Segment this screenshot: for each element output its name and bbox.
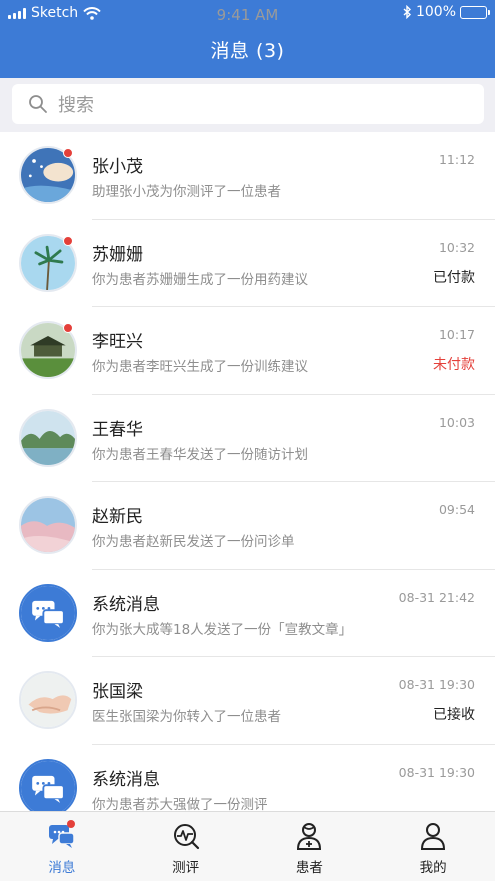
transfer-status: 已接收 [433, 707, 475, 723]
tab-messages[interactable]: 消息 [0, 812, 124, 881]
chat-bubbles-icon [21, 760, 75, 815]
message-row[interactable]: 张小茂 助理张小茂为你测评了一位患者 11:12 [0, 132, 495, 220]
message-row[interactable]: 李旺兴 你为患者李旺兴生成了一份训练建议 10:17 未付款 [0, 307, 495, 395]
unread-dot [63, 235, 73, 246]
tab-assessment[interactable]: 测评 [124, 812, 248, 881]
search-input[interactable]: 搜索 [12, 84, 484, 124]
message-time: 08-31 19:30 [398, 677, 475, 692]
bluetooth-icon [403, 5, 411, 19]
avatar [19, 408, 77, 467]
assessment-icon [173, 824, 199, 850]
avatar [19, 496, 77, 554]
message-preview: 你为患者苏大强做了一份测评 [92, 796, 268, 813]
battery-icon [460, 5, 490, 19]
tab-label: 消息 [48, 860, 76, 876]
tab-badge [67, 820, 75, 828]
tab-profile[interactable]: 我的 [371, 812, 495, 881]
payment-status: 已付款 [433, 269, 475, 286]
tab-label: 我的 [419, 860, 447, 876]
sender-name: 赵新民 [92, 507, 143, 527]
page-title: 消息 (3) [210, 40, 285, 62]
message-row[interactable]: 王春华 你为患者王春华发送了一份随访计划 10:03 [0, 395, 495, 482]
search-icon [29, 95, 47, 113]
status-right: 100% [403, 4, 490, 20]
tab-label: 患者 [295, 860, 323, 876]
message-list: 张小茂 助理张小茂为你测评了一位患者 11:12 苏姗姗 你为患者苏姗姗生成了一… [0, 132, 495, 832]
chat-bubbles-icon [21, 585, 75, 640]
message-row[interactable]: 苏姗姗 你为患者苏姗姗生成了一份用药建议 10:32 已付款 [0, 220, 495, 307]
tab-label: 测评 [172, 860, 200, 876]
search-area: 搜索 [0, 78, 495, 132]
message-time: 08-31 19:30 [398, 764, 475, 780]
message-time: 10:03 [438, 414, 475, 430]
message-preview: 你为患者苏姗姗生成了一份用药建议 [92, 271, 308, 288]
unread-dot [63, 148, 73, 158]
top-bar: Sketch 9:41 AM 100% 消息 (3) [0, 0, 495, 78]
avatar [19, 671, 77, 729]
system-avatar [19, 583, 77, 642]
message-time: 08-31 21:42 [398, 589, 475, 605]
message-row[interactable]: 赵新民 你为患者赵新民发送了一份问诊单 09:54 [0, 482, 495, 570]
sender-name: 苏姗姗 [92, 244, 143, 265]
message-preview: 你为患者李旺兴生成了一份训练建议 [92, 359, 308, 375]
sender-name: 王春华 [92, 419, 143, 440]
search-placeholder: 搜索 [58, 95, 94, 116]
sender-name: 张小茂 [92, 157, 143, 177]
message-row[interactable]: 系统消息 你为张大成等18人发送了一份「宣教文章」 08-31 21:42 [0, 570, 495, 657]
message-preview: 医生张国梁为你转入了一位患者 [92, 709, 281, 725]
unread-dot [63, 323, 73, 333]
message-time: 10:32 [438, 239, 475, 255]
message-preview: 你为张大成等18人发送了一份「宣教文章」 [92, 621, 353, 638]
patient-icon [297, 823, 322, 850]
sender-name: 系统消息 [92, 594, 160, 615]
status-bar: Sketch 9:41 AM 100% [0, 0, 495, 28]
message-time: 11:12 [438, 152, 475, 167]
sender-name: 张国梁 [92, 682, 143, 702]
tab-bar: 消息 测评 患者 我的 [0, 811, 495, 881]
message-preview: 助理张小茂为你测评了一位患者 [92, 184, 281, 200]
message-time: 09:54 [438, 502, 475, 517]
system-avatar [19, 758, 77, 817]
message-preview: 你为患者赵新民发送了一份问诊单 [92, 534, 295, 550]
message-preview: 你为患者王春华发送了一份随访计划 [92, 446, 308, 463]
profile-icon [421, 823, 446, 850]
message-time: 10:17 [438, 327, 475, 342]
tab-patients[interactable]: 患者 [248, 812, 372, 881]
payment-status: 未付款 [433, 357, 475, 373]
sender-name: 系统消息 [92, 769, 160, 790]
sender-name: 李旺兴 [92, 332, 143, 352]
message-row[interactable]: 张国梁 医生张国梁为你转入了一位患者 08-31 19:30 已接收 [0, 657, 495, 745]
battery-percent: 100% [415, 4, 456, 20]
